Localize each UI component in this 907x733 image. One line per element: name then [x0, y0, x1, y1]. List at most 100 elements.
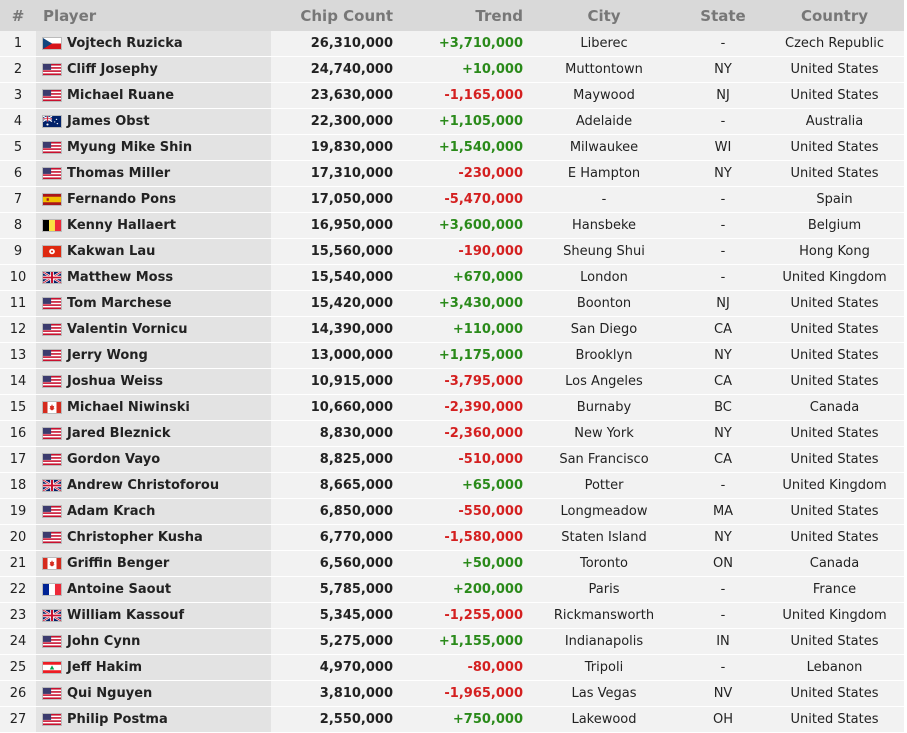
player-name[interactable]: Jerry Wong [67, 348, 148, 363]
player-cell[interactable]: Valentin Vornicu [36, 316, 271, 343]
uk-flag-icon [42, 479, 62, 492]
player-cell[interactable]: Myung Mike Shin [36, 134, 271, 161]
table-row[interactable]: 9 Kakwan Lau 15,560,000 -190,000 Sheung Shui… [0, 238, 904, 265]
table-row[interactable]: 15 Michael Niwinski 10,660,000 -2,390,000 Bu… [0, 394, 904, 421]
player-cell[interactable]: Matthew Moss [36, 264, 271, 291]
table-row[interactable]: 19 Adam Krach 6,850,000 -550,000 Longmeadow M… [0, 498, 904, 525]
table-row[interactable]: 21 Griffin Benger 6,560,000 +50,000 Toronto O… [0, 550, 904, 577]
player-name[interactable]: Thomas Miller [67, 166, 170, 181]
player-cell[interactable]: Vojtech Ruzicka [36, 31, 271, 57]
table-row[interactable]: 18 Andrew Christoforou 8,665,000 +65,000 Pot… [0, 472, 904, 499]
table-row[interactable]: 4 James Obst 22,300,000 +1,105,000 Adelaide -… [0, 108, 904, 135]
us-flag-icon [42, 141, 62, 154]
player-name[interactable]: Joshua Weiss [67, 374, 163, 389]
table-row[interactable]: 8 Kenny Hallaert 16,950,000 +3,600,000 Hansb… [0, 212, 904, 239]
header-player[interactable]: Player [36, 0, 271, 31]
header-state[interactable]: State [681, 0, 765, 31]
player-cell[interactable]: Fernando Pons [36, 186, 271, 213]
table-row[interactable]: 23 William Kassouf 5,345,000 -1,255,000 Rick… [0, 602, 904, 629]
table-row[interactable]: 24 John Cynn 5,275,000 +1,155,000 Indianapol… [0, 628, 904, 655]
player-name[interactable]: Matthew Moss [67, 270, 173, 285]
player-cell[interactable]: Michael Ruane [36, 82, 271, 109]
table-row[interactable]: 5 Myung Mike Shin 19,830,000 +1,540,000 Milw… [0, 134, 904, 161]
header-city[interactable]: City [527, 0, 681, 31]
header-rank[interactable]: # [0, 0, 36, 31]
player-name[interactable]: Tom Marchese [67, 296, 172, 311]
state-cell: - [681, 654, 765, 681]
player-cell[interactable]: Jerry Wong [36, 342, 271, 369]
player-cell[interactable]: Michael Niwinski [36, 394, 271, 421]
player-name[interactable]: Jared Bleznick [67, 426, 170, 441]
player-name[interactable]: Kenny Hallaert [67, 218, 176, 233]
player-cell[interactable]: Adam Krach [36, 498, 271, 525]
player-cell[interactable]: Kakwan Lau [36, 238, 271, 265]
player-name[interactable]: James Obst [67, 114, 150, 129]
table-row[interactable]: 13 Jerry Wong 13,000,000 +1,175,000 Brooklyn… [0, 342, 904, 369]
player-name[interactable]: William Kassouf [67, 608, 184, 623]
player-name[interactable]: Gordon Vayo [67, 452, 160, 467]
player-cell[interactable]: James Obst [36, 108, 271, 135]
table-row[interactable]: 2 Cliff Josephy 24,740,000 +10,000 Muttontow… [0, 56, 904, 83]
player-name[interactable]: Qui Nguyen [67, 686, 152, 701]
player-name[interactable]: Myung Mike Shin [67, 140, 192, 155]
player-name[interactable]: Andrew Christoforou [67, 478, 219, 493]
player-cell[interactable]: Gordon Vayo [36, 446, 271, 473]
player-cell[interactable]: Tom Marchese [36, 290, 271, 317]
player-name[interactable]: Valentin Vornicu [67, 322, 187, 337]
player-name[interactable]: Christopher Kusha [67, 530, 203, 545]
player-name[interactable]: Fernando Pons [67, 192, 176, 207]
table-row[interactable]: 6 Thomas Miller 17,310,000 -230,000 E Hampto… [0, 160, 904, 187]
player-name[interactable]: Vojtech Ruzicka [67, 36, 183, 51]
player-cell[interactable]: Antoine Saout [36, 576, 271, 603]
table-row[interactable]: 1 Vojtech Ruzicka 26,310,000 +3,710,000 Libe… [0, 31, 904, 57]
table-row[interactable]: 22 Antoine Saout 5,785,000 +200,000 Paris - Fr… [0, 576, 904, 603]
table-row[interactable]: 12 Valentin Vornicu 14,390,000 +110,000 San … [0, 316, 904, 343]
player-name[interactable]: Adam Krach [67, 504, 155, 519]
player-name[interactable]: Jeff Hakim [67, 660, 142, 675]
player-cell[interactable]: John Cynn [36, 628, 271, 655]
table-row[interactable]: 7 Fernando Pons 17,050,000 -5,470,000- - Spai… [0, 186, 904, 213]
player-cell[interactable]: Philip Postma [36, 706, 271, 733]
player-cell[interactable]: Griffin Benger [36, 550, 271, 577]
rank-cell: 9 [0, 238, 36, 265]
header-chip-count[interactable]: Chip Count [271, 0, 397, 31]
player-cell[interactable]: Andrew Christoforou [36, 472, 271, 499]
rank-cell: 1 [0, 31, 36, 57]
player-cell[interactable]: Jeff Hakim [36, 654, 271, 681]
table-row[interactable]: 26 Qui Nguyen 3,810,000 -1,965,000 Las Vegas… [0, 680, 904, 707]
chip-count-cell: 8,665,000 [271, 472, 397, 499]
header-trend[interactable]: Trend [397, 0, 527, 31]
city-cell: Paris [527, 576, 681, 603]
player-name[interactable]: Kakwan Lau [67, 244, 155, 259]
player-name[interactable]: Michael Niwinski [67, 400, 190, 415]
rank-cell: 3 [0, 82, 36, 109]
table-row[interactable]: 16 Jared Bleznick 8,830,000 -2,360,000 New Y… [0, 420, 904, 447]
table-row[interactable]: 14 Joshua Weiss 10,915,000 -3,795,000 Los An… [0, 368, 904, 395]
player-name[interactable]: Griffin Benger [67, 556, 169, 571]
us-flag-icon [42, 323, 62, 336]
player-cell[interactable]: William Kassouf [36, 602, 271, 629]
player-name[interactable]: Cliff Josephy [67, 62, 158, 77]
table-row[interactable]: 3 Michael Ruane 23,630,000 -1,165,000 Maywoo… [0, 82, 904, 109]
state-cell: NY [681, 420, 765, 447]
table-row[interactable]: 25 Jeff Hakim 4,970,000 -80,000 Tripoli - Leba… [0, 654, 904, 681]
player-cell[interactable]: Cliff Josephy [36, 56, 271, 83]
table-row[interactable]: 11 Tom Marchese 15,420,000 +3,430,000 Boonto… [0, 290, 904, 317]
table-row[interactable]: 27 Philip Postma 2,550,000 +750,000 Lakewood… [0, 706, 904, 733]
player-name[interactable]: Philip Postma [67, 712, 168, 727]
player-cell[interactable]: Joshua Weiss [36, 368, 271, 395]
player-name[interactable]: Michael Ruane [67, 88, 174, 103]
table-row[interactable]: 20 Christopher Kusha 6,770,000 -1,580,000 St… [0, 524, 904, 551]
table-row[interactable]: 10 Matthew Moss 15,540,000 +670,000 London - U… [0, 264, 904, 291]
player-name[interactable]: Antoine Saout [67, 582, 171, 597]
player-cell[interactable]: Thomas Miller [36, 160, 271, 187]
player-cell[interactable]: Kenny Hallaert [36, 212, 271, 239]
player-cell[interactable]: Qui Nguyen [36, 680, 271, 707]
player-cell[interactable]: Christopher Kusha [36, 524, 271, 551]
trend-cell: +1,105,000 [397, 108, 527, 135]
player-name[interactable]: John Cynn [67, 634, 140, 649]
state-cell: - [681, 264, 765, 291]
table-row[interactable]: 17 Gordon Vayo 8,825,000 -510,000 San Franci… [0, 446, 904, 473]
header-country[interactable]: Country [765, 0, 904, 31]
player-cell[interactable]: Jared Bleznick [36, 420, 271, 447]
